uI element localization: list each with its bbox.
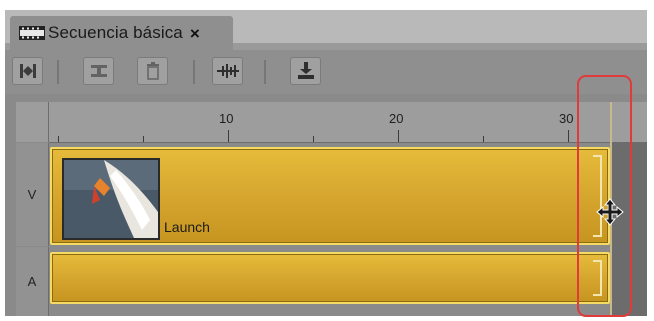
audio-clip[interactable] bbox=[50, 252, 610, 304]
video-clip[interactable]: Launch bbox=[50, 147, 610, 245]
track-header-audio[interactable]: A bbox=[16, 247, 49, 316]
ruler-tick-label: 20 bbox=[389, 111, 404, 126]
ruler-tick bbox=[143, 136, 144, 142]
ruler-tick bbox=[483, 136, 484, 142]
track-label: V bbox=[27, 187, 37, 202]
mark-in-out-icon bbox=[19, 64, 36, 78]
sequence-icon bbox=[19, 26, 45, 40]
mark-in-out-button[interactable] bbox=[12, 57, 43, 85]
ruler-tick bbox=[228, 130, 229, 142]
track-label: A bbox=[27, 274, 37, 289]
lift-button[interactable] bbox=[83, 57, 114, 85]
lift-icon bbox=[90, 65, 107, 77]
trash-icon bbox=[146, 62, 159, 80]
ruler-tick-label: 30 bbox=[559, 111, 574, 126]
tab-sequence[interactable]: Secuencia básica × bbox=[10, 16, 233, 50]
rocket-thumbnail-image bbox=[64, 160, 158, 238]
clip-name: Launch bbox=[164, 219, 210, 235]
toolbar bbox=[5, 50, 647, 94]
snap-waveform-icon bbox=[216, 64, 239, 78]
time-ruler[interactable]: 10 20 30 bbox=[49, 102, 647, 143]
toolbar-separator bbox=[264, 60, 266, 84]
toolbar-separator bbox=[57, 60, 59, 84]
ruler-tick bbox=[398, 130, 399, 142]
close-icon[interactable]: × bbox=[190, 25, 200, 42]
ruler-tick bbox=[568, 130, 569, 142]
trim-highlight-annotation bbox=[577, 75, 632, 317]
tab-title: Secuencia básica bbox=[48, 23, 183, 42]
ruler-corner bbox=[16, 102, 49, 142]
track-header-video[interactable]: V bbox=[16, 143, 49, 246]
ruler-tick bbox=[313, 136, 314, 142]
sequence-panel: Secuencia básica × 10 20 30 V A Launch bbox=[5, 10, 647, 316]
toolbar-separator bbox=[193, 60, 195, 84]
snap-waveform-button[interactable] bbox=[212, 57, 243, 85]
clip-thumbnail bbox=[62, 158, 160, 240]
download-button[interactable] bbox=[290, 57, 321, 85]
download-icon bbox=[297, 62, 314, 79]
tab-bar: Secuencia básica × bbox=[5, 10, 647, 50]
timeline: 10 20 30 V A Launch bbox=[5, 94, 647, 316]
ruler-tick-label: 10 bbox=[219, 111, 234, 126]
ruler-tick bbox=[58, 136, 59, 142]
delete-button[interactable] bbox=[137, 57, 168, 85]
